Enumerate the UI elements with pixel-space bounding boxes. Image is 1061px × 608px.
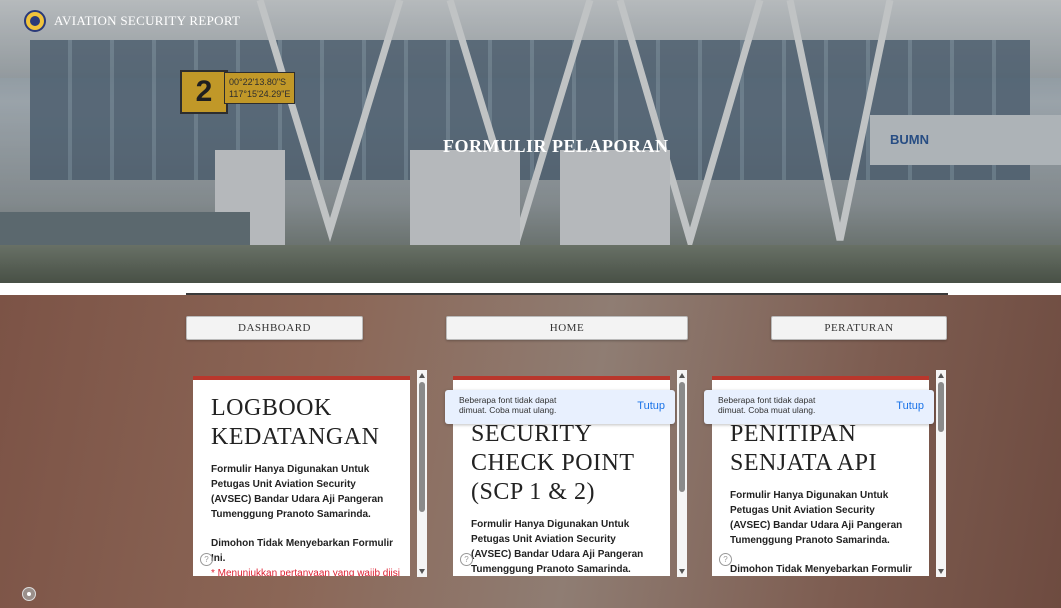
help-icon[interactable]: ? (719, 553, 732, 566)
page-title: FORMULIR PELAPORAN (443, 136, 669, 156)
toast-close-button[interactable]: Tutup (896, 400, 924, 412)
scroll-thumb[interactable] (938, 382, 944, 432)
font-warning-toast: Beberapa font tidak dapat dimuat. Coba m… (445, 390, 675, 424)
nav-peraturan-button[interactable]: PERATURAN (771, 316, 947, 340)
required-note: * Menunjukkan pertanyaan yang wajib diis… (211, 568, 401, 576)
font-warning-toast: Beberapa font tidak dapat dimuat. Coba m… (704, 390, 934, 424)
scroll-up-icon[interactable] (938, 373, 944, 378)
settings-icon[interactable] (22, 587, 36, 601)
help-icon[interactable]: ? (460, 553, 473, 566)
card-description: Formulir Hanya Digunakan Untuk Petugas U… (730, 490, 903, 546)
hero-banner: 2 00°22'13.80"S 117°15'24.29"E BUMN AVIA… (0, 0, 1061, 290)
card-notice: Dimohon Tidak Menyebarkan Formulir Ini. (211, 538, 394, 564)
form-card-senjata[interactable]: PENITIPAN SENJATA API Formulir Hanya Dig… (704, 370, 962, 577)
card-title: PENITIPAN SENJATA API (730, 421, 877, 476)
aviation-logo-icon (24, 10, 46, 32)
card-title: LOGBOOK KEDATANGAN (211, 395, 380, 450)
app-brand[interactable]: AVIATION SECURITY REPORT (24, 10, 240, 32)
scroll-down-icon[interactable] (679, 569, 685, 574)
scroll-thumb[interactable] (679, 382, 685, 492)
toast-message: Beberapa font tidak dapat dimuat. Coba m… (718, 395, 816, 415)
toast-close-button[interactable]: Tutup (637, 400, 665, 412)
card-title: SECURITY CHECK POINT (SCP 1 & 2) (471, 421, 635, 505)
app-title: AVIATION SECURITY REPORT (54, 13, 241, 28)
card-scrollbar[interactable] (417, 370, 427, 577)
scroll-up-icon[interactable] (679, 373, 685, 378)
form-card-logbook[interactable]: LOGBOOK KEDATANGAN Formulir Hanya Diguna… (193, 370, 443, 577)
form-card[interactable]: LOGBOOK KEDATANGAN Formulir Hanya Diguna… (193, 376, 410, 576)
card-scrollbar[interactable] (677, 370, 687, 577)
nav-home-button[interactable]: HOME (446, 316, 688, 340)
card-notice: Dimohon Tidak Menyebarkan Formulir Ini. (730, 564, 913, 575)
card-description: Formulir Hanya Digunakan Untuk Petugas U… (471, 519, 644, 575)
form-card-scp[interactable]: SECURITY CHECK POINT (SCP 1 & 2) Formuli… (445, 370, 703, 577)
scroll-down-icon[interactable] (938, 569, 944, 574)
scroll-thumb[interactable] (419, 382, 425, 512)
nav-dashboard-button[interactable]: DASHBOARD (186, 316, 363, 340)
card-description: Formulir Hanya Digunakan Untuk Petugas U… (211, 464, 384, 520)
scroll-down-icon[interactable] (419, 569, 425, 574)
help-icon[interactable]: ? (200, 553, 213, 566)
scroll-up-icon[interactable] (419, 373, 425, 378)
toast-message: Beberapa font tidak dapat dimuat. Coba m… (459, 395, 557, 415)
card-scrollbar[interactable] (936, 370, 946, 577)
